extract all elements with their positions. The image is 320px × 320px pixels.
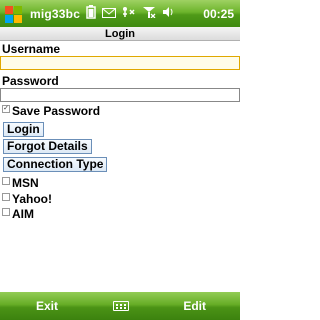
windows-start-icon[interactable] <box>2 3 24 25</box>
app-title: mig33bc <box>30 6 81 21</box>
softkey-bar: Exit Edit <box>0 292 240 320</box>
save-password-label[interactable]: Save Password <box>12 104 100 118</box>
form-title: Login <box>0 27 240 41</box>
save-password-checkbox[interactable]: ✓ <box>2 105 10 113</box>
signal-icon[interactable] <box>142 6 156 21</box>
clock[interactable]: 00:25 <box>203 7 234 21</box>
username-field[interactable] <box>0 56 240 70</box>
username-label: Username <box>2 42 61 56</box>
msn-checkbox[interactable] <box>2 177 10 185</box>
password-label: Password <box>2 74 59 88</box>
yahoo-label[interactable]: Yahoo! <box>12 192 52 206</box>
battery-icon[interactable] <box>86 5 96 22</box>
password-field[interactable] <box>0 88 240 102</box>
volume-icon[interactable] <box>162 6 174 21</box>
login-form: Username Password ✓ Save Password Login … <box>0 42 240 292</box>
aim-checkbox[interactable] <box>2 208 10 216</box>
message-icon[interactable] <box>102 7 117 21</box>
status-bar: mig33bc 00:25 <box>0 0 240 27</box>
aim-label[interactable]: AIM <box>12 207 34 221</box>
yahoo-checkbox[interactable] <box>2 193 10 201</box>
connectivity-icon[interactable] <box>122 6 136 21</box>
msn-label[interactable]: MSN <box>12 176 39 190</box>
keyboard-icon[interactable] <box>113 301 129 311</box>
edit-softkey[interactable]: Edit <box>183 299 206 313</box>
forgot-details-button[interactable]: Forgot Details <box>3 139 92 154</box>
connection-type-button[interactable]: Connection Type <box>3 157 108 172</box>
exit-softkey[interactable]: Exit <box>36 299 58 313</box>
login-button[interactable]: Login <box>3 122 44 137</box>
